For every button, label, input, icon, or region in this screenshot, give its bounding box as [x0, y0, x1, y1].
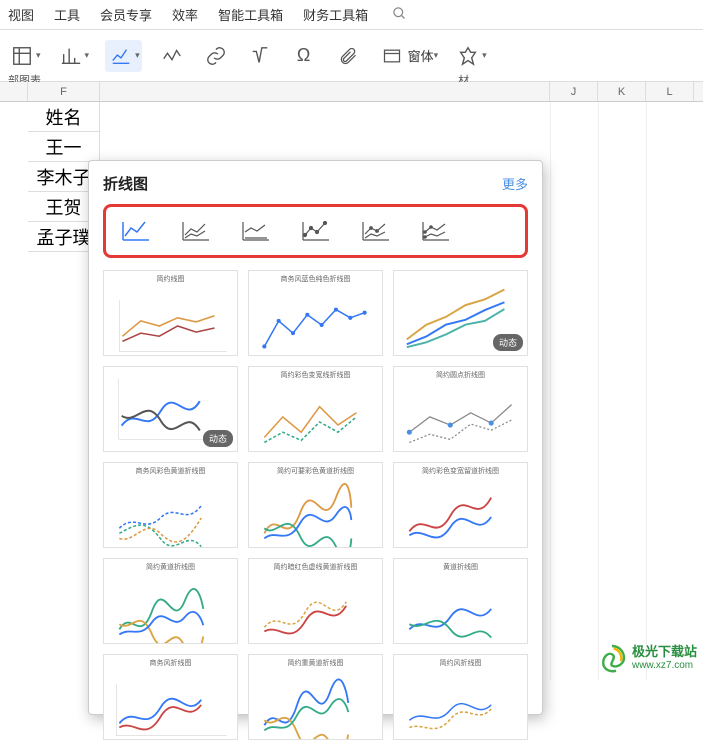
- menu-tools[interactable]: 工具: [54, 5, 80, 24]
- more-link[interactable]: 更多: [502, 174, 528, 193]
- equation-icon: [246, 42, 274, 70]
- paperclip-icon: [334, 42, 362, 70]
- menu-finance[interactable]: 财务工具箱: [303, 5, 368, 24]
- chart-thumb[interactable]: 简约圆点折线图: [393, 366, 528, 452]
- chart-thumb[interactable]: 动态: [103, 366, 238, 452]
- chart-thumb[interactable]: 商务风折线图: [103, 654, 238, 740]
- chevron-down-icon: ▾: [36, 50, 41, 61]
- chevron-down-icon: ▾: [85, 50, 90, 61]
- col-L[interactable]: L: [646, 82, 694, 101]
- thumb-title: 简约圆点折线图: [394, 367, 527, 380]
- watermark: 极光下载站 www.xz7.com: [596, 642, 697, 674]
- line-type-multi[interactable]: [180, 219, 212, 243]
- thumb-title: 简约重黄道折线图: [249, 655, 382, 668]
- menu-smart[interactable]: 智能工具箱: [218, 5, 283, 24]
- dynamic-badge: 动态: [203, 430, 233, 447]
- menubar: 视图 工具 会员专享 效率 智能工具箱 财务工具箱: [0, 0, 703, 30]
- thumb-title: 商务风折线图: [104, 655, 237, 668]
- chart-thumb[interactable]: 简约线图: [103, 270, 238, 356]
- thumb-title: 商务风蓝色纯色折线图: [249, 271, 382, 284]
- menu-view[interactable]: 视图: [8, 5, 34, 24]
- chart-thumb[interactable]: 简约彩色变宽线折线图: [248, 366, 383, 452]
- chevron-down-icon: ▾: [482, 50, 487, 61]
- omega-icon: Ω: [290, 42, 318, 70]
- col-K[interactable]: K: [598, 82, 646, 101]
- chart-thumb[interactable]: 黄道折线图: [393, 558, 528, 644]
- chart-thumb[interactable]: 动态: [393, 270, 528, 356]
- spreadsheet[interactable]: F J K L 姓名 王一 李木子 王贺 孟子璞 折线图 更多: [0, 82, 703, 680]
- chart-thumb[interactable]: 简约黄道折线图: [103, 558, 238, 644]
- line-type-basic[interactable]: [120, 219, 152, 243]
- line-chart-icon: [107, 42, 135, 70]
- chart-type-row: [103, 204, 528, 258]
- line-type-stacked[interactable]: [420, 219, 452, 243]
- menu-member[interactable]: 会员专享: [100, 5, 152, 24]
- symbol-button[interactable]: Ω: [290, 42, 318, 70]
- chevron-down-icon: ▾: [434, 50, 439, 61]
- column-headers: F J K L: [0, 82, 703, 102]
- col-J[interactable]: J: [550, 82, 598, 101]
- equation-button[interactable]: [246, 42, 274, 70]
- thumb-title: 商务风彩色黄道折线图: [104, 463, 237, 476]
- chart-thumb[interactable]: 简约重黄道折线图: [248, 654, 383, 740]
- window-icon: [378, 42, 406, 70]
- dynamic-badge: 动态: [493, 334, 523, 351]
- thumb-title: 黄道折线图: [394, 559, 527, 572]
- window-button[interactable]: 窗体 ▾: [378, 42, 439, 70]
- thumb-title: 简约彩色变宽线折线图: [249, 367, 382, 380]
- sparkline-icon: [158, 42, 186, 70]
- table-icon: [8, 42, 36, 70]
- material-button[interactable]: 材 ▾: [454, 42, 487, 70]
- chart-thumbnails: 简约线图 商务风蓝色纯色折线图 动态 动态 简约彩色变宽线折线图 简约圆点折: [103, 270, 528, 740]
- cell[interactable]: 王一: [28, 132, 100, 162]
- chart-thumb[interactable]: 简约暗红色虚线黄道折线图: [248, 558, 383, 644]
- chart-thumb[interactable]: 商务风彩色黄道折线图: [103, 462, 238, 548]
- line-type-marker2[interactable]: [360, 219, 392, 243]
- link-button[interactable]: [202, 42, 230, 70]
- pivot-table-button[interactable]: ▾ 部图表: [8, 42, 41, 70]
- chart-thumb[interactable]: 简约可要彩色黄道折线图: [248, 462, 383, 548]
- chart-thumb[interactable]: 简约彩色变宽留道折线图: [393, 462, 528, 548]
- chevron-down-icon: ▾: [135, 50, 140, 61]
- watermark-url: www.xz7.com: [632, 660, 697, 671]
- thumb-title: 简约风折线图: [394, 655, 527, 668]
- watermark-name: 极光下载站: [632, 645, 697, 659]
- window-label: 窗体: [408, 46, 434, 65]
- bar-chart-icon: [57, 42, 85, 70]
- thumb-title: 简约可要彩色黄道折线图: [249, 463, 382, 476]
- thumb-title: 简约彩色变宽留道折线图: [394, 463, 527, 476]
- thumb-title: 简约暗红色虚线黄道折线图: [249, 559, 382, 572]
- swirl-icon: [596, 642, 628, 674]
- line-chart-button[interactable]: ▾: [105, 40, 142, 72]
- dropdown-title: 折线图: [103, 173, 148, 194]
- line-type-area[interactable]: [240, 219, 272, 243]
- chart-thumb[interactable]: 简约风折线图: [393, 654, 528, 740]
- link-icon: [202, 42, 230, 70]
- material-icon: [454, 42, 482, 70]
- attachment-button[interactable]: [334, 42, 362, 70]
- chart-thumb[interactable]: 商务风蓝色纯色折线图: [248, 270, 383, 356]
- sparkline-button[interactable]: [158, 42, 186, 70]
- search-icon[interactable]: [392, 6, 407, 24]
- cell-header[interactable]: 姓名: [28, 102, 100, 132]
- toolbar: ▾ 部图表 ▾ ▾ Ω 窗体 ▾ 材 ▾: [0, 30, 703, 82]
- thumb-title: 简约黄道折线图: [104, 559, 237, 572]
- chart-dropdown: 折线图 更多 简约线图 商务风蓝色纯色折线图 动态: [88, 160, 543, 715]
- thumb-title: 简约线图: [104, 271, 237, 284]
- menu-efficiency[interactable]: 效率: [172, 5, 198, 24]
- line-type-marker[interactable]: [300, 219, 332, 243]
- col-F[interactable]: F: [28, 82, 100, 101]
- bar-chart-button[interactable]: ▾: [57, 42, 90, 70]
